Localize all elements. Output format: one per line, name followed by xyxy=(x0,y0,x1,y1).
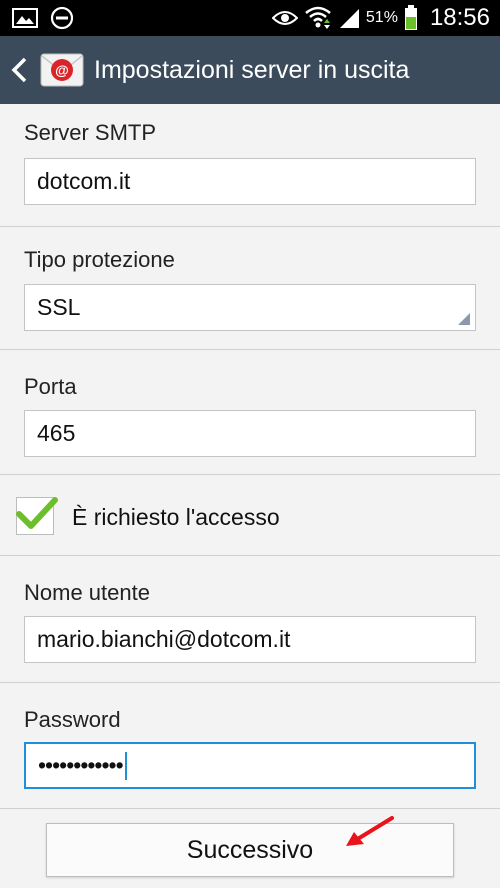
password-value: •••••••••••• xyxy=(38,752,124,778)
username-section: Nome utente mario.bianchi@dotcom.it xyxy=(0,556,500,683)
status-bar: 51% 18:56 xyxy=(0,0,500,36)
login-required-label[interactable]: È richiesto l'accesso xyxy=(72,504,280,531)
svg-text:@: @ xyxy=(55,62,69,78)
dropdown-corner-icon xyxy=(458,313,470,325)
port-input[interactable]: 465 xyxy=(24,410,476,457)
wifi-icon xyxy=(305,6,331,29)
battery-percent: 51% xyxy=(365,9,398,26)
username-input[interactable]: mario.bianchi@dotcom.it xyxy=(24,616,476,663)
do-not-disturb-icon xyxy=(50,6,74,30)
status-bar-left xyxy=(12,6,74,30)
password-section: Password •••••••••••• xyxy=(0,683,500,809)
port-section: Porta 465 xyxy=(0,350,500,475)
chevron-left-icon[interactable] xyxy=(10,55,32,85)
password-input[interactable]: •••••••••••• xyxy=(24,742,476,789)
protection-type-value: SSL xyxy=(37,294,81,320)
username-label: Nome utente xyxy=(24,580,150,605)
username-value: mario.bianchi@dotcom.it xyxy=(37,626,291,652)
port-label: Porta xyxy=(24,374,77,399)
clock: 18:56 xyxy=(429,4,490,31)
smtp-server-value: dotcom.it xyxy=(37,168,131,194)
text-cursor xyxy=(124,751,127,780)
signal-icon xyxy=(339,9,359,28)
battery-icon xyxy=(404,5,417,30)
checkmark-icon xyxy=(16,497,58,529)
smtp-label: Server SMTP xyxy=(24,120,157,145)
smtp-server-input[interactable]: dotcom.it xyxy=(24,158,476,205)
status-bar-right: 51% 18:56 xyxy=(271,0,490,36)
red-arrow-icon xyxy=(346,816,394,846)
login-required-section: È richiesto l'accesso xyxy=(0,475,500,556)
page-title: Impostazioni server in uscita xyxy=(94,55,410,84)
login-required-checkbox[interactable] xyxy=(16,497,58,535)
port-value: 465 xyxy=(37,420,76,446)
eye-icon xyxy=(271,11,298,25)
email-app-icon: @ xyxy=(40,53,84,87)
protection-section: Tipo protezione SSL xyxy=(0,227,500,350)
action-bar: @ Impostazioni server in uscita xyxy=(0,36,500,104)
smtp-section: Server SMTP dotcom.it xyxy=(0,104,500,227)
protection-label: Tipo protezione xyxy=(24,247,175,272)
password-label: Password xyxy=(24,707,121,732)
image-icon xyxy=(12,8,38,28)
protection-type-select[interactable]: SSL xyxy=(24,284,476,331)
